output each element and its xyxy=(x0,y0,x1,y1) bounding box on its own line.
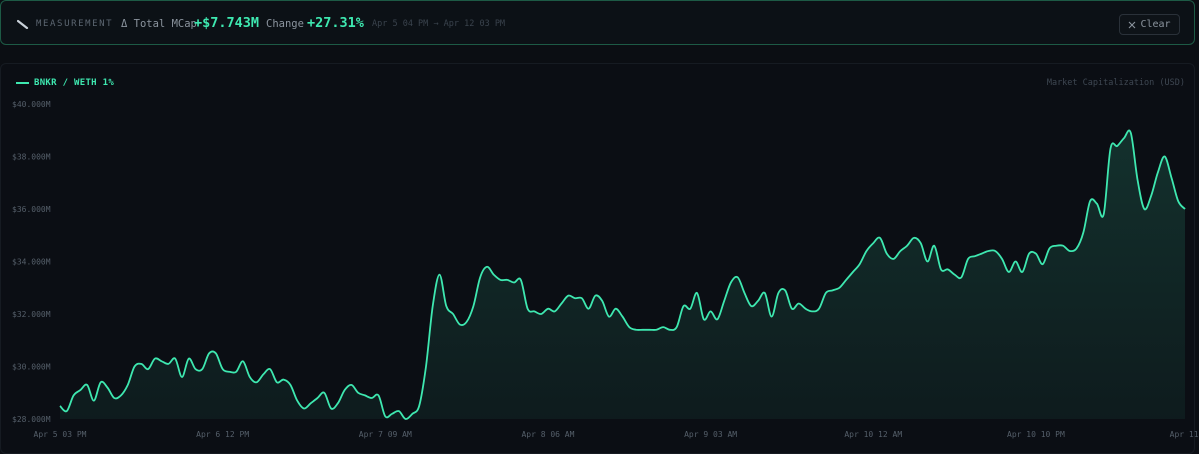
x-tick-label: Apr 10 12 AM xyxy=(844,430,902,439)
y-tick-label: $36.000M xyxy=(12,205,51,214)
y-tick-label: $30.000M xyxy=(12,363,51,372)
x-tick-label: Apr 9 03 AM xyxy=(684,430,737,439)
y-tick-label: $40.000M xyxy=(12,100,51,109)
x-tick-label: Apr 11 08 PM xyxy=(1170,430,1199,439)
x-tick-label: Apr 8 06 AM xyxy=(521,430,574,439)
series-area xyxy=(60,130,1185,420)
y-tick-label: $28.000M xyxy=(12,415,51,424)
x-tick-label: Apr 5 03 PM xyxy=(34,430,87,439)
x-tick-label: Apr 7 09 AM xyxy=(359,430,412,439)
x-tick-label: Apr 10 10 PM xyxy=(1007,430,1065,439)
y-tick-label: $32.000M xyxy=(12,310,51,319)
x-tick-label: Apr 6 12 PM xyxy=(196,430,249,439)
price-chart[interactable]: $28.000M $30.000M $32.000M $34.000M $36.000M… xyxy=(0,0,1199,454)
y-tick-label: $38.000M xyxy=(12,153,51,162)
y-tick-label: $34.000M xyxy=(12,258,51,267)
